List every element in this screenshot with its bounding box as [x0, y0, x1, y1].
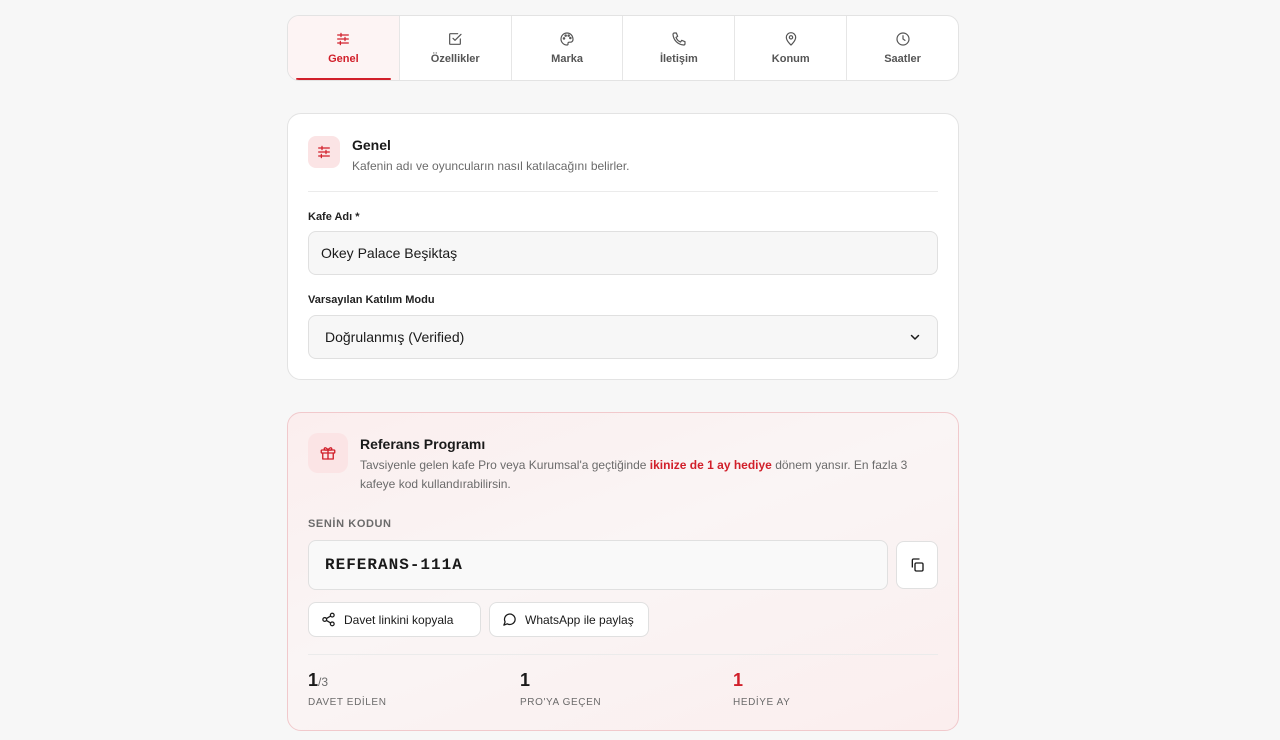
- tab-label: Saatler: [884, 53, 921, 65]
- stat-value: 1/3: [308, 670, 387, 691]
- cafe-name-input[interactable]: Okey Palace Beşiktaş: [308, 231, 938, 275]
- tab-label: Marka: [551, 53, 583, 65]
- stat-converted: 1 PRO'YA GEÇEN: [520, 670, 601, 708]
- sliders-icon: [335, 31, 351, 47]
- card-description: Kafenin adı ve oyuncuların nasıl katılac…: [352, 159, 630, 173]
- stat-gift-months: 1 HEDİYE AY: [733, 670, 790, 708]
- desc-highlight: ikinize de 1 ay hediye: [649, 458, 772, 472]
- stat-of: /3: [318, 675, 329, 689]
- gift-icon: [308, 433, 348, 473]
- settings-tabs: Genel Özellikler Marka İletişim Konum Sa…: [287, 15, 959, 81]
- map-pin-icon: [783, 31, 799, 47]
- tab-saatler[interactable]: Saatler: [847, 16, 958, 80]
- card-title: Genel: [352, 137, 391, 153]
- desc-before: Tavsiyenle gelen kafe Pro veya Kurumsal'…: [360, 458, 650, 472]
- palette-icon: [559, 31, 575, 47]
- tab-label: Genel: [328, 53, 359, 65]
- tab-genel[interactable]: Genel: [288, 16, 400, 80]
- referral-title: Referans Programı: [360, 436, 486, 452]
- general-card: Genel Kafenin adı ve oyuncuların nasıl k…: [287, 113, 959, 380]
- cafe-name-label: Kafe Adı *: [308, 211, 360, 223]
- divider: [308, 654, 938, 655]
- stat-number: 1: [733, 670, 744, 690]
- join-mode-label: Varsayılan Katılım Modu: [308, 294, 435, 306]
- whatsapp-share-button[interactable]: WhatsApp ile paylaş: [489, 602, 649, 637]
- referral-code-field[interactable]: REFERANS-111A: [308, 540, 888, 590]
- stat-invited: 1/3 DAVET EDİLEN: [308, 670, 387, 708]
- tab-konum[interactable]: Konum: [735, 16, 848, 80]
- tab-iletisim[interactable]: İletişim: [623, 16, 736, 80]
- stat-number: 1: [520, 670, 531, 690]
- tab-ozellikler[interactable]: Özellikler: [400, 16, 512, 80]
- tab-marka[interactable]: Marka: [512, 16, 624, 80]
- chevron-down-icon: [909, 331, 921, 343]
- join-mode-value: Doğrulanmış (Verified): [325, 329, 465, 345]
- button-label: Davet linkini kopyala: [344, 612, 454, 627]
- stat-number: 1: [308, 670, 319, 690]
- referral-card: Referans Programı Tavsiyenle gelen kafe …: [287, 412, 959, 731]
- stat-label: DAVET EDİLEN: [308, 697, 387, 708]
- sliders-icon: [308, 136, 340, 168]
- stat-value: 1: [733, 670, 790, 691]
- copy-icon: [909, 557, 925, 573]
- clock-icon: [895, 31, 911, 47]
- join-mode-select[interactable]: Doğrulanmış (Verified): [308, 315, 938, 359]
- button-label: WhatsApp ile paylaş: [525, 612, 634, 627]
- referral-description: Tavsiyenle gelen kafe Pro veya Kurumsal'…: [360, 456, 935, 494]
- check-square-icon: [447, 31, 463, 47]
- tab-label: İletişim: [659, 53, 698, 65]
- share-icon: [321, 612, 336, 627]
- phone-icon: [671, 31, 687, 47]
- copy-invite-link-button[interactable]: Davet linkini kopyala: [308, 602, 481, 637]
- code-label: SENİN KODUN: [308, 518, 392, 530]
- tab-label: Konum: [771, 53, 810, 65]
- tab-label: Özellikler: [430, 53, 480, 65]
- stat-value: 1: [520, 670, 601, 691]
- message-circle-icon: [502, 612, 517, 627]
- divider: [308, 191, 938, 192]
- copy-code-button[interactable]: [896, 541, 938, 589]
- stat-label: HEDİYE AY: [733, 697, 791, 708]
- stat-label: PRO'YA GEÇEN: [520, 697, 602, 708]
